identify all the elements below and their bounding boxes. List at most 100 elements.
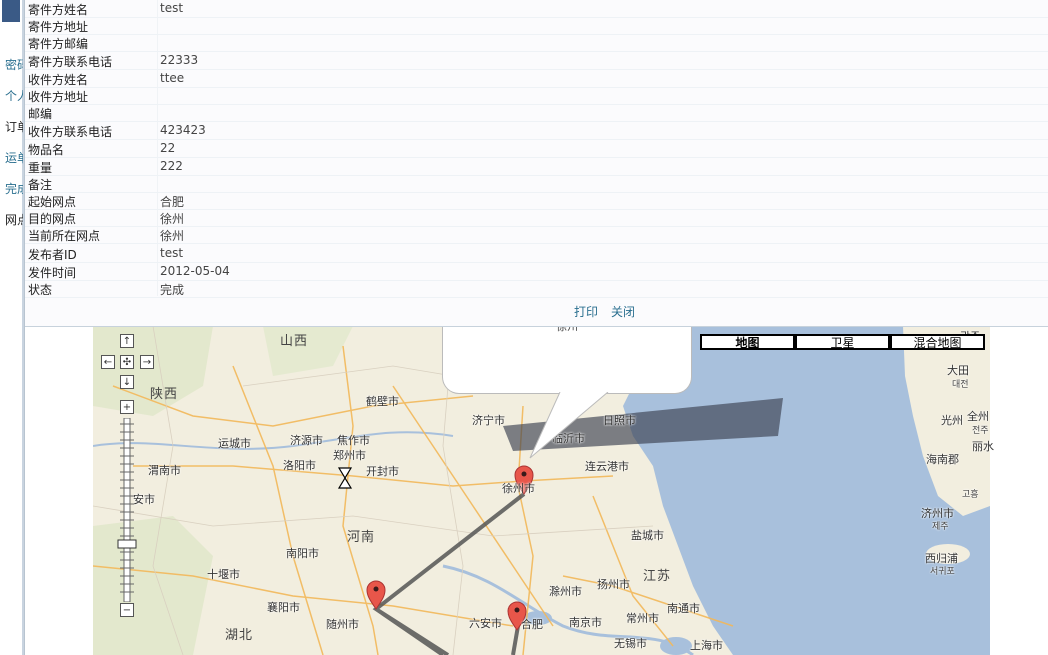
hourglass-icon <box>337 467 353 489</box>
detail-label: 寄件方地址 <box>28 20 89 34</box>
detail-row: 备注 <box>25 175 1048 193</box>
city-label: 南通市 <box>667 602 700 615</box>
detail-row: 重量 222 <box>25 158 1048 176</box>
detail-label: 起始网点 <box>28 195 77 209</box>
detail-label: 收件方地址 <box>28 90 89 104</box>
city-label: 扬州市 <box>597 578 630 591</box>
pan-down-button[interactable]: ↓ <box>120 375 134 389</box>
city-label: 海南郡 <box>926 453 959 466</box>
province-label: 山西 <box>280 334 309 349</box>
city-label-korean: 고흥 <box>962 490 979 500</box>
city-label: 渭南市 <box>148 464 181 477</box>
city-label: 随州市 <box>326 618 359 631</box>
sidebar-link-outlet[interactable]: 网点 <box>5 211 23 228</box>
city-label: 合肥 <box>521 618 543 631</box>
city-label: 济宁市 <box>472 414 505 427</box>
detail-label: 发件时间 <box>28 266 77 280</box>
detail-row: 寄件方联系电话 22333 <box>25 52 1048 70</box>
map-type-map-button[interactable]: 地图 <box>700 334 795 350</box>
city-label: 南京市 <box>569 616 602 629</box>
close-link[interactable]: 关闭 <box>611 303 635 320</box>
city-label: 盐城市 <box>631 529 664 542</box>
map-type-satellite-button[interactable]: 卫星 <box>795 334 890 350</box>
detail-row: 寄件方邮编 <box>25 34 1048 52</box>
detail-row: 寄件方地址 <box>25 17 1048 35</box>
city-label: 常州市 <box>626 612 659 625</box>
detail-row: 收件方姓名 ttee <box>25 70 1048 88</box>
city-label: 洛阳市 <box>283 459 316 472</box>
city-label: 济源市 <box>290 434 323 447</box>
detail-label: 寄件方联系电话 <box>28 55 113 69</box>
detail-value: 完成 <box>160 283 185 297</box>
sidebar-header <box>2 0 20 22</box>
pan-right-button[interactable]: → <box>140 355 154 369</box>
detail-value: 222 <box>160 159 183 173</box>
city-label: 焦作市 <box>337 434 370 447</box>
zoom-in-button[interactable]: + <box>120 400 134 414</box>
city-label: 丽水 <box>972 440 994 453</box>
detail-label: 寄件方姓名 <box>28 3 89 17</box>
detail-label: 物品名 <box>28 143 65 157</box>
print-link[interactable]: 打印 <box>574 303 598 320</box>
detail-row: 发布者ID test <box>25 245 1048 263</box>
pan-up-button[interactable]: ↑ <box>120 334 134 348</box>
map-right-margin <box>990 326 1048 655</box>
province-label: 陕西 <box>150 387 179 402</box>
detail-label: 当前所在网点 <box>28 229 101 243</box>
city-label: 六安市 <box>469 617 502 630</box>
city-label: 鹤壁市 <box>366 395 399 408</box>
city-label: 全州 <box>967 410 989 423</box>
city-label: 十堰市 <box>207 568 240 581</box>
city-label: 运城市 <box>218 437 251 450</box>
sidebar-link-complete[interactable]: 完成 <box>5 180 23 197</box>
map-type-hybrid-button[interactable]: 混合地图 <box>890 334 985 350</box>
detail-row: 发件时间 2012-05-04 <box>25 263 1048 281</box>
detail-row: 起始网点 合肥 <box>25 192 1048 210</box>
city-label: 滁州市 <box>549 585 582 598</box>
province-label: 湖北 <box>225 628 254 643</box>
detail-label: 寄件方邮编 <box>28 37 89 51</box>
detail-label: 发布者ID <box>28 248 77 262</box>
city-label: 襄阳市 <box>267 601 300 614</box>
sidebar-link-waybill[interactable]: 运单 <box>5 149 23 166</box>
detail-row: 物品名 22 <box>25 140 1048 158</box>
city-label: 上海市 <box>690 639 723 652</box>
city-label-korean: 전주 <box>972 426 989 436</box>
detail-label: 收件方姓名 <box>28 73 89 87</box>
sidebar-link-personal[interactable]: 个人 <box>5 87 23 104</box>
zoom-slider[interactable] <box>117 417 137 603</box>
detail-row: 收件方地址 <box>25 87 1048 105</box>
detail-label: 目的网点 <box>28 212 77 226</box>
sidebar-link-order[interactable]: 订单 <box>5 118 23 135</box>
city-label: 光州 <box>941 414 963 427</box>
city-label-korean: 서귀포 <box>930 567 955 577</box>
detail-row: 状态 完成 <box>25 280 1048 298</box>
detail-label: 重量 <box>28 161 53 175</box>
detail-label: 邮编 <box>28 107 53 121</box>
detail-value: 22 <box>160 141 176 155</box>
city-label: 大田 <box>947 364 969 377</box>
shipment-detail-panel: 寄件方姓名 test 寄件方地址 寄件方邮编 寄件方联系电话 22333 收件方… <box>25 0 1048 327</box>
sidebar-link-password[interactable]: 密码 <box>5 56 23 73</box>
detail-row: 当前所在网点 徐州 <box>25 226 1048 244</box>
detail-value: ttee <box>160 71 185 85</box>
city-label-korean: 대전 <box>952 380 969 390</box>
city-label: 开封市 <box>366 465 399 478</box>
city-label: 徐州市 <box>502 482 535 495</box>
info-window-tail <box>529 392 609 459</box>
pan-left-button[interactable]: ← <box>101 355 115 369</box>
zoom-out-button[interactable]: − <box>120 603 134 617</box>
detail-row: 寄件方姓名 test <box>25 0 1048 18</box>
pan-center-button[interactable]: ✣ <box>120 355 134 369</box>
detail-label: 状态 <box>28 283 53 297</box>
detail-value: 合肥 <box>160 195 185 209</box>
city-label: 郑州市 <box>333 449 366 462</box>
city-label-korean: 제주 <box>932 522 949 532</box>
detail-value: 2012-05-04 <box>160 264 230 278</box>
province-label: 江苏 <box>643 569 672 584</box>
detail-row: 收件方联系电话 423423 <box>25 122 1048 140</box>
detail-label: 备注 <box>28 178 53 192</box>
detail-value: test <box>160 246 184 260</box>
detail-value: 徐州 <box>160 212 185 226</box>
detail-label: 收件方联系电话 <box>28 125 113 139</box>
